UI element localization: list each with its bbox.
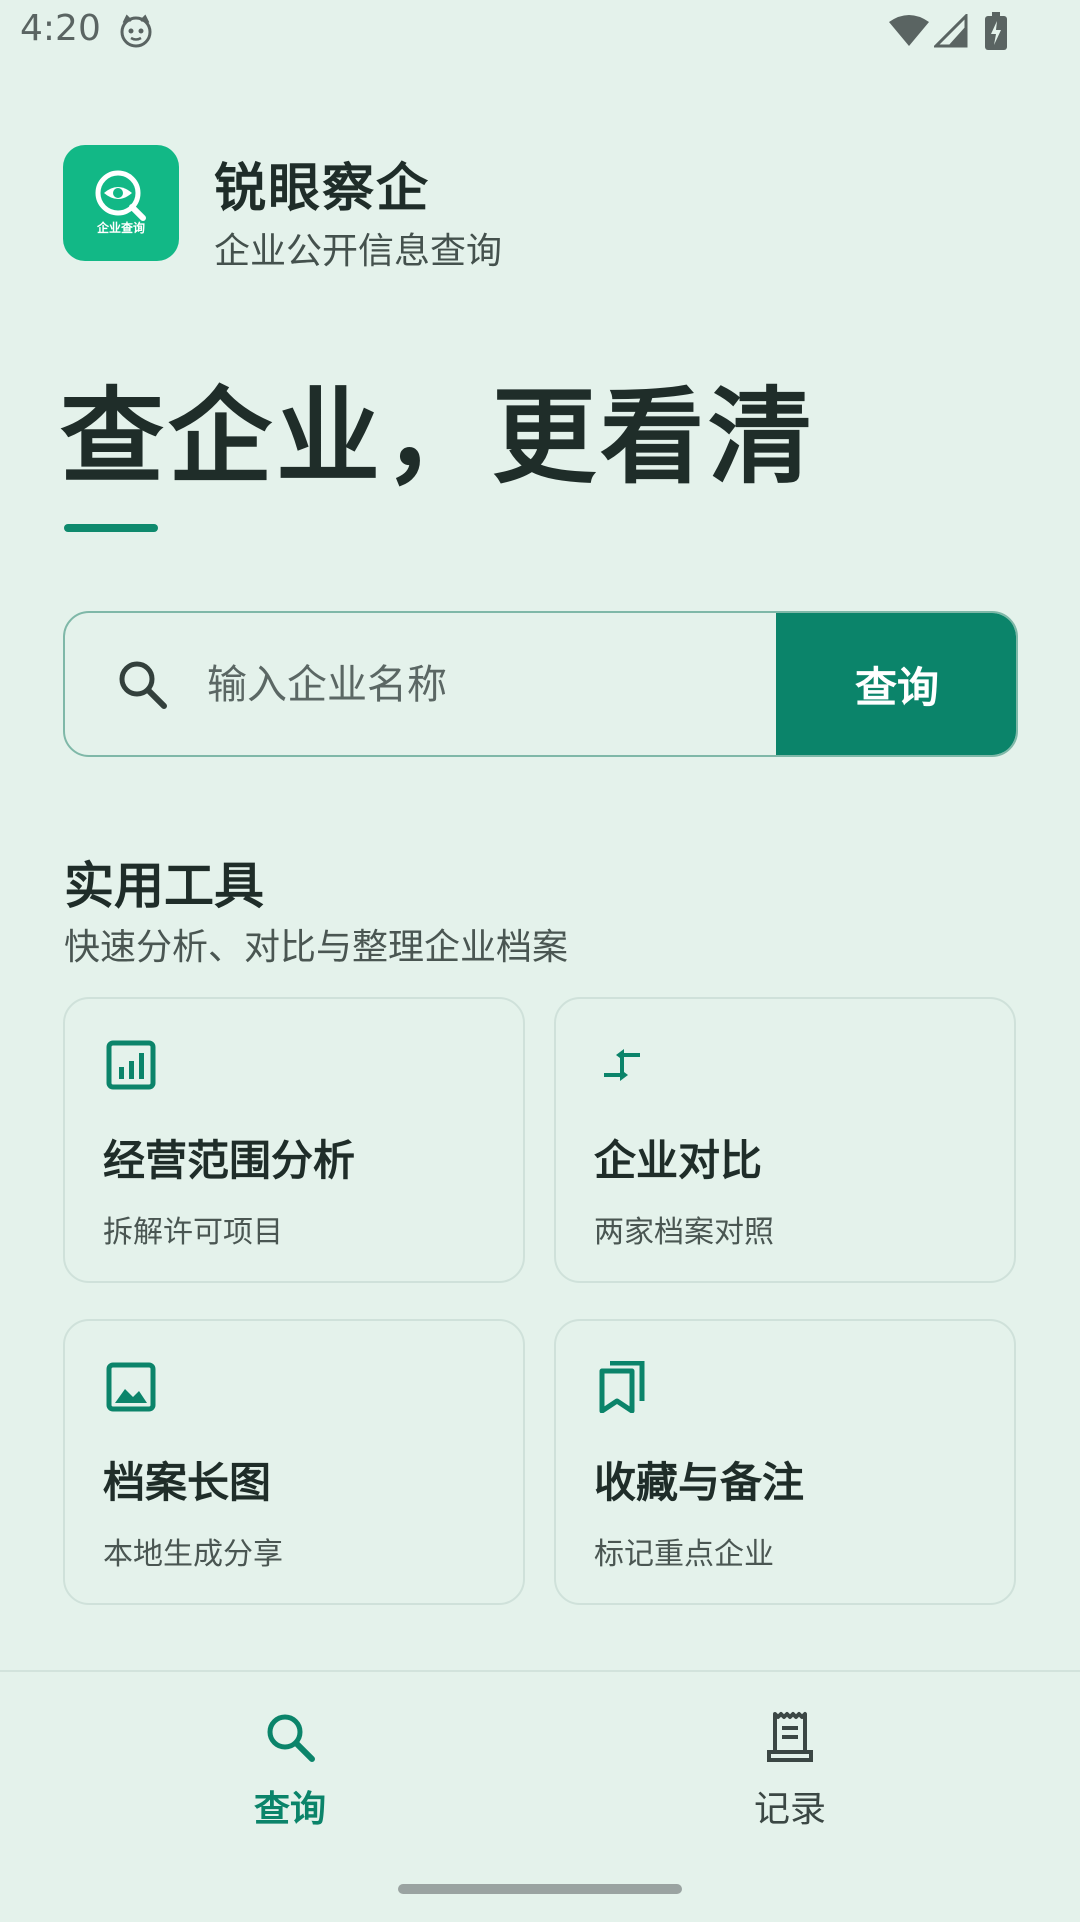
image-icon xyxy=(106,1362,156,1412)
nav-label-records: 记录 xyxy=(753,1789,826,1830)
search-button[interactable]: 查询 xyxy=(776,613,1016,755)
app-title: 锐眼察企 xyxy=(214,159,431,219)
hero-headline: 查企业，更看清 xyxy=(60,376,817,498)
app-subtitle: 企业公开信息查询 xyxy=(214,231,503,272)
tool-card-favorites-notes[interactable]: 收藏与备注 标记重点企业 xyxy=(554,1319,1016,1605)
compare-arrows-icon xyxy=(604,1049,640,1081)
logo-text: 企业查询 xyxy=(96,221,145,235)
tool-card-title: 经营范围分析 xyxy=(103,1136,356,1185)
status-bar: 4:20 xyxy=(0,0,1080,64)
tool-card-subtitle: 拆解许可项目 xyxy=(103,1215,283,1250)
nav-item-search[interactable]: 查询 xyxy=(190,1710,390,1832)
notification-cat-icon xyxy=(120,14,152,48)
cellular-signal-icon xyxy=(934,14,968,48)
gesture-bar[interactable] xyxy=(398,1884,682,1894)
app-logo: 企业查询 xyxy=(63,145,179,261)
tools-section-subtitle: 快速分析、对比与整理企业档案 xyxy=(64,927,569,968)
tool-card-subtitle: 本地生成分享 xyxy=(103,1537,283,1572)
search-bar: 查询 xyxy=(63,611,1018,757)
nav-label-search: 查询 xyxy=(253,1789,326,1830)
tool-card-title: 档案长图 xyxy=(103,1458,272,1507)
tool-card-business-scope[interactable]: 经营范围分析 拆解许可项目 xyxy=(63,997,525,1283)
search-icon xyxy=(119,661,167,709)
tool-card-profile-image[interactable]: 档案长图 本地生成分享 xyxy=(63,1319,525,1605)
bar-chart-icon xyxy=(106,1040,156,1090)
tool-card-title: 企业对比 xyxy=(594,1136,763,1185)
hero-underline xyxy=(64,524,158,532)
company-search-input[interactable] xyxy=(205,649,769,721)
status-time: 4:20 xyxy=(20,8,101,49)
tool-card-company-compare[interactable]: 企业对比 两家档案对照 xyxy=(554,997,1016,1283)
bookmarks-icon xyxy=(599,1361,645,1413)
tool-card-subtitle: 两家档案对照 xyxy=(594,1215,774,1250)
magnifier-eye-icon xyxy=(95,170,146,221)
receipt-icon xyxy=(767,1712,813,1762)
search-icon xyxy=(267,1714,315,1762)
tools-section-title: 实用工具 xyxy=(64,857,264,915)
nav-item-records[interactable]: 记录 xyxy=(690,1710,890,1832)
wifi-icon xyxy=(889,15,929,46)
tool-card-subtitle: 标记重点企业 xyxy=(594,1537,774,1572)
battery-charging-icon xyxy=(985,12,1007,50)
tool-card-title: 收藏与备注 xyxy=(594,1458,805,1507)
